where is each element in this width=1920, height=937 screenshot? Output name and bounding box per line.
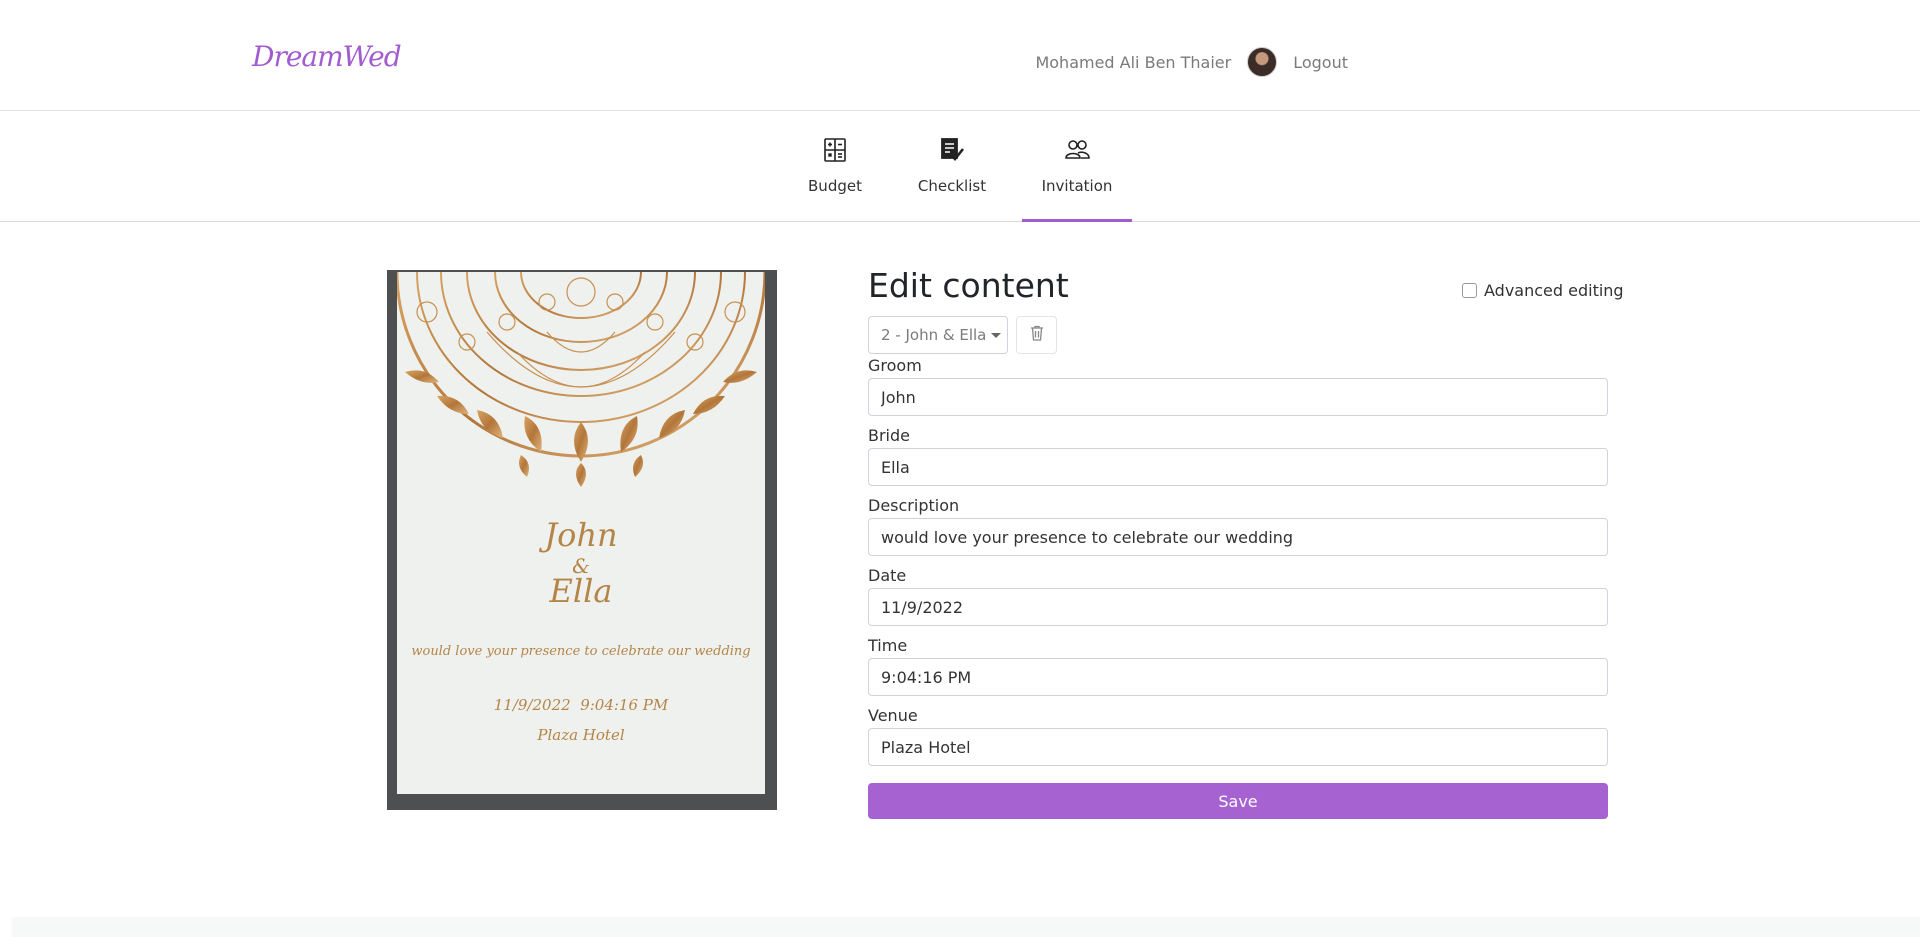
time-label: Time	[868, 636, 908, 655]
time-input[interactable]	[868, 658, 1608, 696]
save-button[interactable]: Save	[868, 783, 1608, 819]
advanced-editing-checkbox[interactable]	[1462, 283, 1477, 298]
footer	[12, 917, 1920, 937]
top-header: DreamWed Mohamed Ali Ben Thaier Logout	[0, 0, 1920, 111]
invitation-preview: John & Ella would love your presence to …	[387, 270, 777, 810]
delete-invitation-button[interactable]	[1016, 316, 1057, 354]
selected-invitation: 2 - John & Ella	[881, 326, 987, 344]
tab-label: Budget	[808, 177, 862, 195]
bride-input[interactable]	[868, 448, 1608, 486]
tab-invitation[interactable]: Invitation	[1022, 111, 1132, 222]
advanced-editing-label: Advanced editing	[1484, 281, 1624, 300]
date-input[interactable]	[868, 588, 1608, 626]
tab-checklist[interactable]: Checklist	[912, 111, 992, 222]
checklist-icon	[939, 137, 965, 167]
user-name: Mohamed Ali Ben Thaier	[1035, 52, 1232, 72]
mandala-decoration	[397, 272, 765, 487]
tab-label: Checklist	[917, 177, 987, 195]
logout-link[interactable]: Logout	[1293, 53, 1348, 72]
advanced-editing-toggle[interactable]: Advanced editing	[1462, 281, 1624, 300]
description-label: Description	[868, 496, 960, 515]
card-bride-name: Ella	[549, 572, 613, 610]
trash-icon	[1030, 325, 1044, 345]
tab-budget[interactable]: Budget	[800, 111, 870, 222]
groom-input[interactable]	[868, 378, 1608, 416]
calculator-icon	[822, 137, 848, 167]
venue-label: Venue	[868, 706, 918, 725]
card-description: would love your presence to celebrate ou…	[411, 644, 751, 659]
date-label: Date	[868, 566, 907, 585]
venue-input[interactable]	[868, 728, 1608, 766]
people-icon	[1064, 137, 1090, 167]
card-date-time: 11/9/2022 9:04:16 PM	[493, 696, 669, 714]
logo[interactable]: DreamWed	[252, 40, 402, 73]
groom-label: Groom	[868, 356, 922, 375]
page-title: Edit content	[868, 266, 1069, 305]
card-groom-name: John	[544, 516, 618, 554]
tab-bar: Budget Checklist Invitation	[0, 111, 1920, 222]
avatar[interactable]	[1247, 47, 1278, 77]
caret-down-icon	[991, 332, 1002, 338]
bride-label: Bride	[868, 426, 910, 445]
description-input[interactable]	[868, 518, 1608, 556]
user-area: Mohamed Ali Ben Thaier Logout	[1035, 47, 1348, 77]
card-venue: Plaza Hotel	[537, 726, 625, 744]
invitation-select-dropdown[interactable]: 2 - John & Ella	[868, 316, 1008, 354]
invitation-card: John & Ella would love your presence to …	[397, 272, 765, 794]
tab-label: Invitation	[1041, 177, 1113, 195]
